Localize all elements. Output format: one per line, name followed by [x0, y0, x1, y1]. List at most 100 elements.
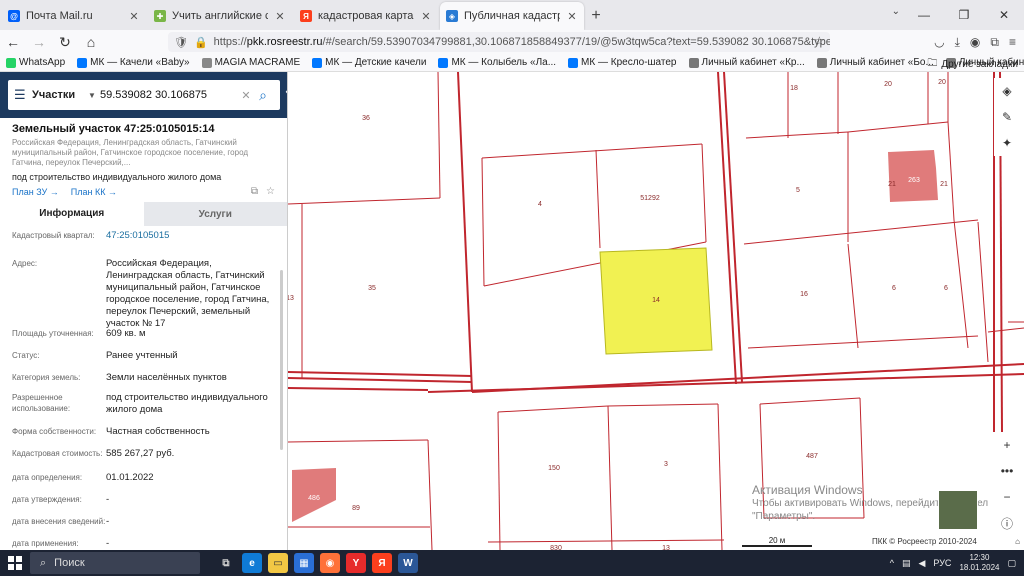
reload-button[interactable]: ↻ — [52, 34, 78, 51]
zoom-in-button[interactable]: + — [994, 432, 1020, 458]
language-indicator[interactable]: РУС — [933, 558, 951, 568]
forward-button[interactable]: → — [26, 34, 52, 50]
more-icon[interactable]: ••• — [994, 458, 1020, 484]
menu-icon[interactable]: ≡ — [1009, 35, 1016, 49]
volume-icon[interactable]: ◀ — [918, 558, 925, 569]
notifications-icon[interactable]: ▢ — [1007, 558, 1016, 569]
bookmark-item[interactable]: МК — Качели «Baby» — [77, 57, 190, 68]
parcel-actions: ⧉ ☆ — [251, 186, 275, 197]
tab-favicon-icon: Я — [300, 10, 312, 22]
minimize-button[interactable]: — — [904, 0, 944, 30]
parcel-boundary — [947, 121, 955, 221]
parcel-number-label: 6 — [944, 285, 948, 292]
map-canvas[interactable]: 36 18 20 20 4 51292 5 21 263 21 13 35 14 16 6 6 150 3 487 8… — [288, 72, 1024, 550]
copy-icon[interactable]: ⧉ — [251, 186, 258, 197]
home-extent-icon[interactable]: ⌂ — [1015, 537, 1020, 546]
scrollbar[interactable] — [280, 270, 283, 450]
toolbar-right: ◡ ⤓ ◉ ⧉ ≡ — [934, 30, 1016, 54]
home-button[interactable]: ⌂ — [78, 34, 104, 50]
browser-tab[interactable]: Якадастровая карта россии 2024 ✕ — [294, 2, 438, 30]
edge-icon[interactable]: e — [242, 553, 262, 573]
parcel-boundary — [427, 439, 433, 550]
clear-search-icon[interactable]: ✕ — [238, 89, 254, 102]
bookmark-item[interactable]: МК — Детские качели — [312, 57, 426, 68]
zoom-out-button[interactable]: − — [994, 484, 1020, 510]
search-icon[interactable]: ⌕ — [254, 87, 272, 104]
layers-icon[interactable]: ◈ — [994, 78, 1020, 104]
close-tab-icon[interactable]: ✕ — [420, 10, 432, 23]
browser-tab[interactable]: @ Почта Mail.ru ✕ — [2, 2, 146, 30]
store-icon[interactable]: ▦ — [294, 553, 314, 573]
tray-chevron-icon[interactable]: ^ — [890, 558, 894, 568]
pin-icon[interactable]: ✦ — [994, 130, 1020, 156]
yandex-browser-icon[interactable]: Я — [372, 553, 392, 573]
parcel-boundary — [701, 143, 707, 243]
search-type-select[interactable]: Участки — [32, 89, 88, 101]
chevron-down-icon[interactable]: ▼ — [88, 91, 100, 100]
map-tools-top: ◈ ✎ ✦ — [994, 78, 1020, 156]
pocket-icon[interactable]: ◡ — [934, 35, 944, 49]
account-icon[interactable]: ◉ — [970, 35, 980, 49]
building-263[interactable] — [888, 150, 938, 202]
parcel-boundary — [717, 403, 723, 550]
tab-list-dropdown-icon[interactable]: ⌄ — [892, 6, 900, 17]
bookmark-favicon-icon — [816, 57, 827, 68]
ruler-icon[interactable]: ✎ — [994, 104, 1020, 130]
search-input[interactable] — [100, 89, 238, 101]
parcel-number-label: 486 — [308, 495, 320, 502]
search-icon: ⌕ — [40, 556, 47, 569]
bookmark-item[interactable]: MAGIA MACRAME — [201, 57, 300, 68]
extensions-icon[interactable]: ⧉ — [990, 35, 999, 50]
address-bar[interactable]: 🛡 🔒 https://pkk.rosreestr.ru/#/search/59… — [168, 32, 830, 52]
info-row: Разрешенное использование: под строительс… — [12, 392, 276, 416]
browser-tab[interactable]: ✚ Учить английские слова на ск ✕ — [148, 2, 292, 30]
bookmark-item[interactable]: МК — Кресло-шатер — [568, 57, 677, 68]
cadastral-map[interactable]: 36 18 20 20 4 51292 5 21 263 21 13 35 14 16 6 6 150 3 487 8… — [288, 72, 1024, 550]
tab-list: @ Почта Mail.ru ✕ ✚ Учить английские слова н… — [0, 0, 584, 30]
info-label: Адрес: — [12, 259, 38, 268]
file-explorer-icon[interactable]: ▭ — [268, 553, 288, 573]
bookmark-star-icon[interactable]: ☆ — [814, 34, 825, 48]
bookmark-label: Личный кабинет «Кр... — [701, 57, 805, 68]
windows-logo-icon — [8, 556, 22, 570]
tab-title: кадастровая карта россии 2024 — [318, 10, 414, 22]
plan-zu-link[interactable]: План ЗУ → — [12, 187, 59, 197]
bookmark-item[interactable]: МК — Колыбель «Ла... — [438, 57, 556, 68]
back-button[interactable]: ← — [0, 34, 26, 50]
tab-info[interactable]: Информация — [0, 202, 144, 226]
lock-icon[interactable]: 🔒 — [194, 36, 208, 49]
close-tab-icon[interactable]: ✕ — [274, 10, 286, 23]
parcel-number-label: 35 — [368, 285, 376, 292]
new-tab-button[interactable]: + — [584, 2, 608, 30]
info-row: дата внесения сведений: - — [12, 516, 276, 528]
close-window-button[interactable]: ✕ — [984, 0, 1024, 30]
yandex-icon[interactable]: Y — [346, 553, 366, 573]
basemap-thumbnail[interactable] — [938, 490, 978, 530]
clock[interactable]: 12:30 18.01.2024 — [959, 553, 999, 573]
download-icon[interactable]: ⤓ — [955, 35, 960, 50]
search-box: ☰ Участки ▼ ✕ ⌕ — [8, 80, 280, 110]
info-value: - — [106, 538, 110, 549]
close-tab-icon[interactable]: ✕ — [128, 10, 140, 23]
word-icon[interactable]: W — [398, 553, 418, 573]
plan-kk-link[interactable]: План КК → — [71, 187, 117, 197]
other-bookmarks[interactable]: 🗀 Другие закладки — [927, 56, 1018, 73]
taskbar-search[interactable]: ⌕ Поиск — [30, 552, 200, 574]
info-value[interactable]: 47:25:0105015 — [106, 230, 276, 242]
firefox-icon[interactable]: ◉ — [320, 553, 340, 573]
hamburger-menu-icon[interactable]: ☰ — [14, 87, 32, 103]
task-view-icon[interactable]: ⧉ — [216, 553, 236, 573]
browser-tab[interactable]: ◈ Публичная кадастровая карта ✕ — [440, 2, 584, 30]
close-tab-icon[interactable]: ✕ — [566, 10, 578, 23]
tab-services[interactable]: Услуги — [143, 202, 287, 226]
network-icon[interactable]: ▤ — [902, 558, 911, 569]
bookmark-item[interactable]: WhatsApp — [6, 57, 65, 68]
start-button[interactable] — [0, 556, 30, 570]
maximize-button[interactable]: ❐ — [944, 0, 984, 30]
bookmark-item[interactable]: Личный кабинет «Кр... — [688, 57, 805, 68]
info-label: Статус: — [12, 351, 40, 360]
info-label: Площадь уточненная: — [12, 329, 94, 338]
favorite-star-icon[interactable]: ☆ — [266, 186, 275, 197]
shield-icon[interactable]: 🛡 — [174, 36, 188, 49]
bookmark-item[interactable]: Личный кабинет «Бо... — [816, 57, 934, 68]
